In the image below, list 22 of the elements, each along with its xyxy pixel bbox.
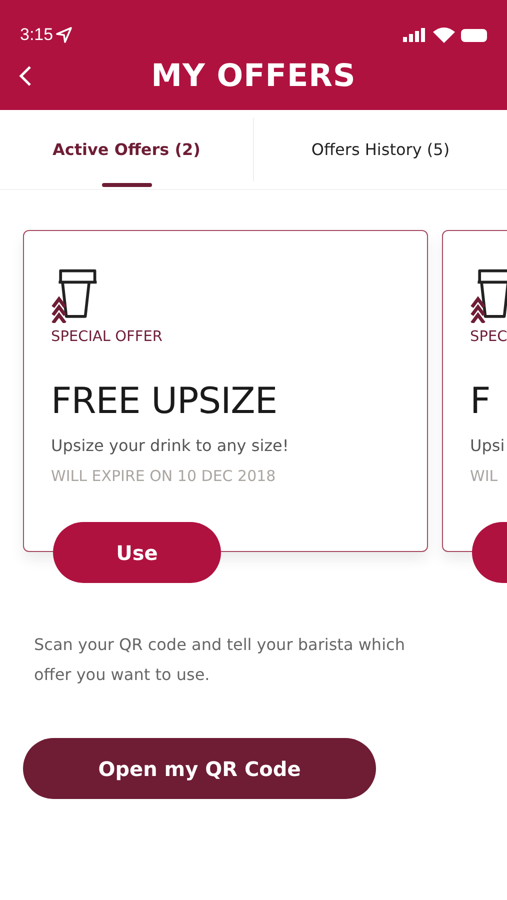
tab[interactable]: Active Offers (2) [0,118,253,181]
offer-description: Upsize your drink to any size! [51,436,289,455]
location-arrow-icon [55,26,74,44]
use-button[interactable]: Use [53,522,221,583]
offer-title: F [470,381,490,422]
page-title: MY OFFERS [151,58,356,94]
open-qr-button[interactable]: Open my QR Code [23,738,376,799]
tab-underline [102,183,152,187]
cup-upsize-icon [470,267,507,323]
signal-icon [403,28,427,42]
status-time: 3:15 [20,25,54,45]
offer-tag: SPEC [470,329,507,345]
offer-description: Upsi [470,436,505,455]
offer-title: FREE UPSIZE [51,381,278,422]
tab[interactable]: Offers History (5) [253,118,507,181]
offer-card[interactable]: SPEC F Upsi WIL [442,230,507,552]
offer-expiry: WIL [470,467,498,485]
battery-icon [461,28,487,42]
instructions-text: Scan your QR code and tell your barista which offer you want to use. [34,634,406,686]
offer-expiry: WILL EXPIRE ON 10 DEC 2018 [51,467,276,485]
offer-tag: SPECIAL OFFER [51,329,162,345]
wifi-icon [433,27,455,43]
